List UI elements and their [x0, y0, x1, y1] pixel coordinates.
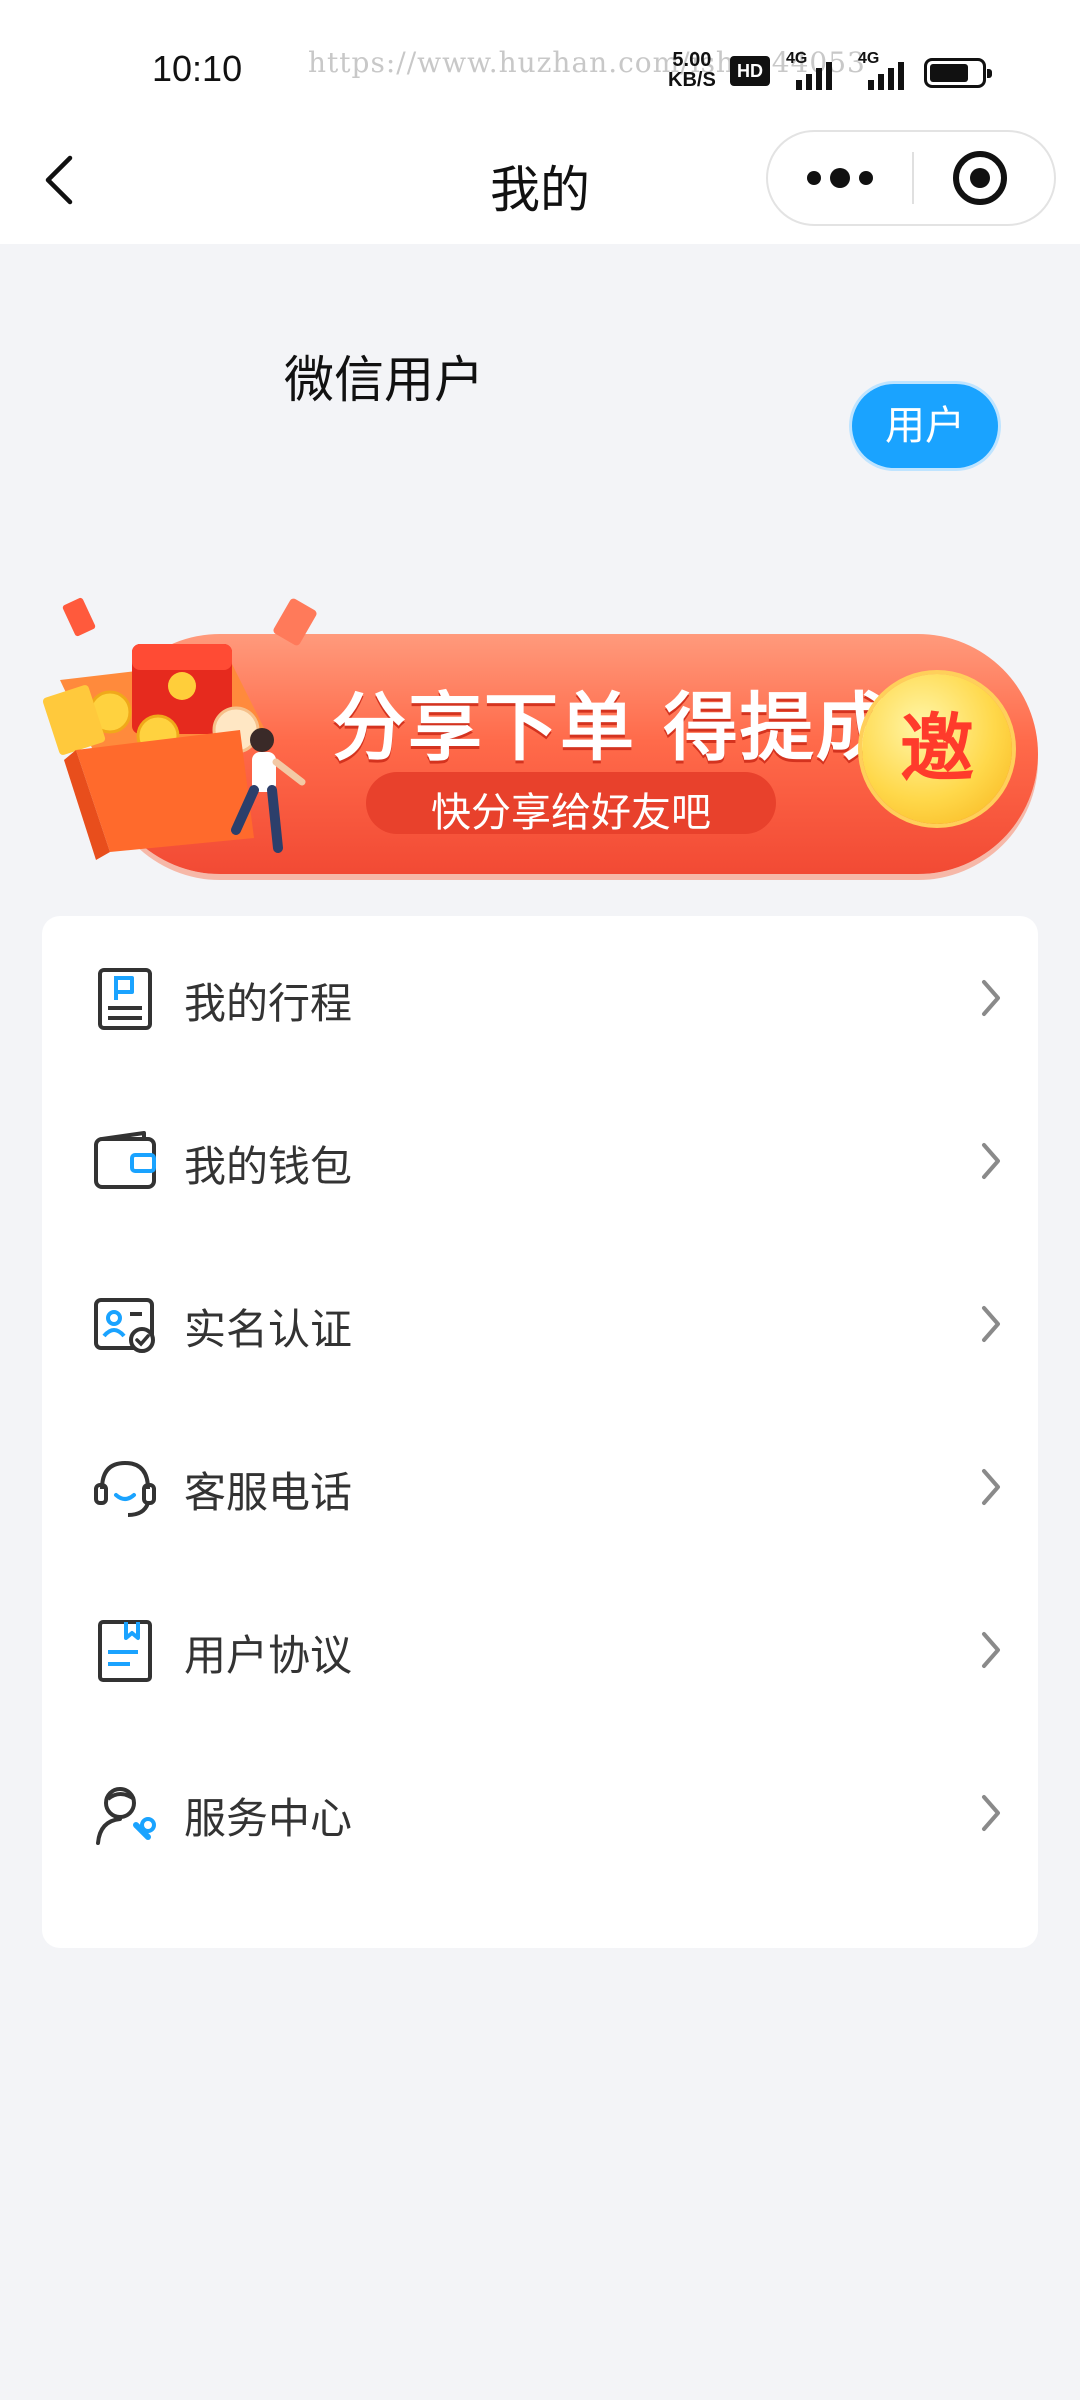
- target-circle-icon: [953, 151, 1007, 205]
- menu-item-label: 客服电话: [184, 1468, 353, 1517]
- promo-banner[interactable]: 分享下单 得提成 快分享给好友吧 邀: [40, 590, 1040, 880]
- role-switch-button[interactable]: 用户: [852, 384, 998, 468]
- trip-flag-icon: [98, 968, 152, 1030]
- banner-subtitle: 快分享给好友吧: [431, 790, 711, 836]
- menu-item-my-wallet[interactable]: 我的钱包: [42, 1079, 1038, 1242]
- network-speed-value: 5.00: [672, 49, 712, 71]
- hd-icon: HD: [730, 56, 770, 86]
- invite-button[interactable]: 邀: [862, 674, 1012, 824]
- more-button[interactable]: [768, 132, 912, 224]
- user-name[interactable]: 微信用户: [284, 340, 484, 412]
- status-time: 10:10: [152, 48, 243, 89]
- network-speed: 5.00 KB/S: [668, 50, 716, 90]
- menu-item-my-trips[interactable]: 我的行程: [42, 916, 1038, 1079]
- menu-item-label: 我的行程: [184, 979, 353, 1028]
- invite-label: 邀: [900, 706, 974, 792]
- mini-program-capsule: [766, 130, 1056, 226]
- banner-title: 分享下单 得提成: [332, 685, 892, 771]
- menu-item-customer-service-phone[interactable]: 客服电话: [42, 1405, 1038, 1568]
- menu-item-label: 用户协议: [184, 1631, 353, 1680]
- battery-level: [930, 64, 968, 82]
- signal-icon: 4G: [858, 50, 914, 90]
- chevron-right-icon: [982, 1469, 1000, 1505]
- menu-item-service-center[interactable]: 服务中心: [42, 1731, 1038, 1894]
- menu-card: 我的行程 我的钱包 实名认证 客服电话 用户协议 服务中心: [42, 916, 1038, 1948]
- nav-bar: 我的: [0, 120, 1080, 244]
- status-bar: 10:10 https://www.huzhan.com/ishop44053 …: [0, 0, 1080, 140]
- agreement-doc-icon: [98, 1620, 152, 1682]
- battery-icon: [924, 58, 992, 88]
- headset-icon: [94, 1460, 156, 1517]
- chevron-right-icon: [982, 1306, 1000, 1342]
- menu-item-label: 服务中心: [184, 1794, 353, 1843]
- chevron-right-icon: [982, 1795, 1000, 1831]
- service-person-icon: [96, 1787, 156, 1845]
- chevron-right-icon: [982, 1143, 1000, 1179]
- wallet-icon: [94, 1131, 156, 1189]
- watermark-text: https://www.huzhan.com/ishop44053: [308, 46, 866, 79]
- chevron-right-icon: [982, 1632, 1000, 1668]
- signal-icon: 4G: [786, 50, 842, 90]
- close-mini-program-button[interactable]: [914, 132, 1054, 224]
- menu-item-user-agreement[interactable]: 用户协议: [42, 1568, 1038, 1731]
- more-dots-icon: [807, 168, 873, 188]
- network-speed-unit: KB/S: [668, 69, 716, 91]
- menu-item-real-name-verification[interactable]: 实名认证: [42, 1242, 1038, 1405]
- chevron-right-icon: [982, 980, 1000, 1016]
- gift-box-icon: [42, 597, 317, 860]
- id-verify-icon: [94, 1298, 155, 1353]
- menu-item-label: 实名认证: [184, 1305, 353, 1354]
- banner-subtitle-pill: 快分享给好友吧: [366, 772, 776, 836]
- menu-item-label: 我的钱包: [184, 1142, 353, 1191]
